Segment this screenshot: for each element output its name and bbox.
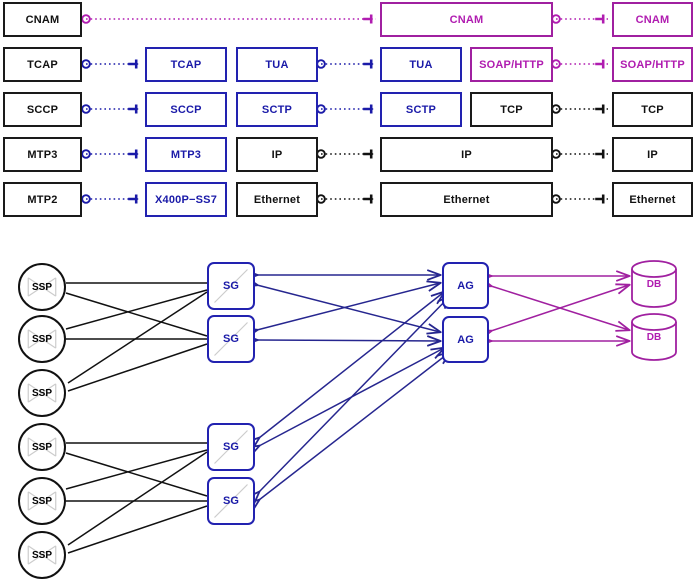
- topology-node-ssp-2[interactable]: SSP: [18, 315, 66, 363]
- node-label: SSP: [31, 333, 52, 345]
- topology-node-ssp-3[interactable]: SSP: [18, 369, 66, 417]
- topology-node-db-2[interactable]: DB: [630, 313, 678, 361]
- node-label: SG: [223, 441, 239, 453]
- node-label: SG: [223, 333, 239, 345]
- node-label: SSP: [31, 387, 52, 399]
- node-label: AG: [457, 279, 474, 292]
- node-label: SSP: [31, 441, 52, 453]
- topology-links: [65, 0, 696, 554]
- node-label: SG: [223, 495, 239, 507]
- node-label: DB: [646, 332, 662, 343]
- topology-node-ssp-5[interactable]: SSP: [18, 477, 66, 525]
- node-label: DB: [646, 279, 662, 290]
- node-label: SG: [223, 280, 239, 292]
- node-label: AG: [457, 333, 474, 346]
- topology-node-ssp-4[interactable]: SSP: [18, 423, 66, 471]
- topology-node-ssp-1[interactable]: SSP: [18, 263, 66, 311]
- topology-node-sg-2[interactable]: SG: [207, 315, 255, 363]
- topology-node-sg-4[interactable]: SG: [207, 477, 255, 525]
- node-label: SSP: [31, 495, 52, 507]
- topology-node-db-1[interactable]: DB: [630, 260, 678, 308]
- topology-node-sg-1[interactable]: SG: [207, 262, 255, 310]
- node-label: SSP: [31, 549, 52, 561]
- node-label: SSP: [31, 281, 52, 293]
- topology-node-sg-3[interactable]: SG: [207, 423, 255, 471]
- topology-node-ag-2[interactable]: AG: [442, 316, 489, 363]
- topology-node-ssp-6[interactable]: SSP: [18, 531, 66, 579]
- diagram-root: CNAM TCAP SCCP MTP3 MTP2 TCAP SCCP MTP3 …: [0, 0, 696, 579]
- topology-node-ag-1[interactable]: AG: [442, 262, 489, 309]
